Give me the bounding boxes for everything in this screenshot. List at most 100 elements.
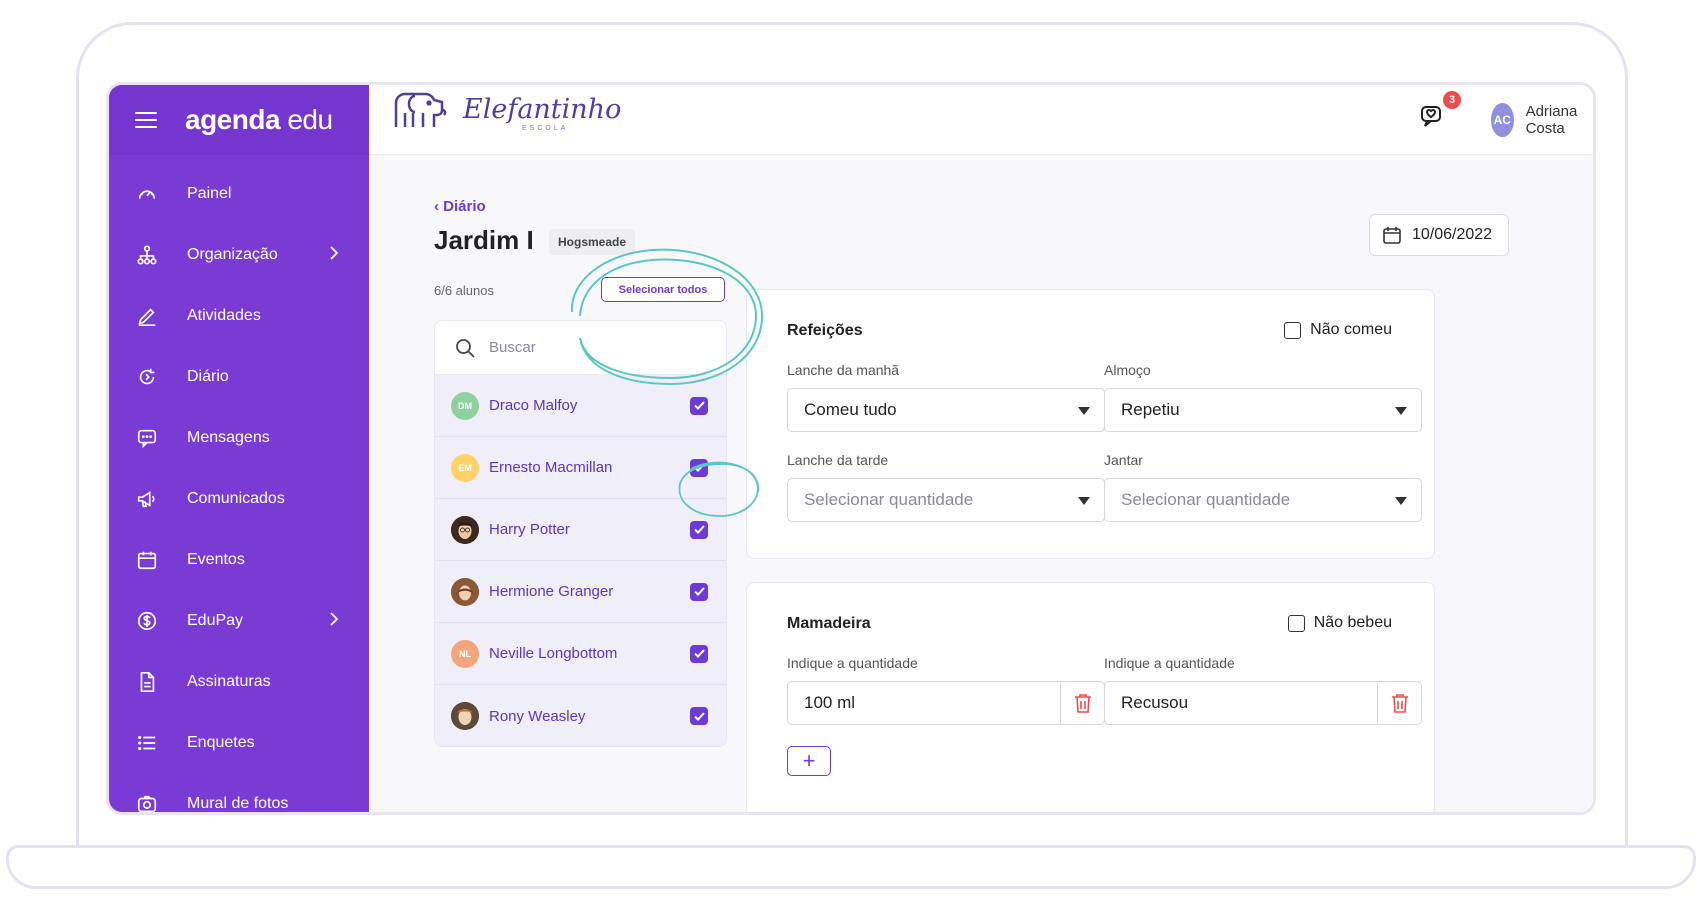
select-all-button[interactable]: Selecionar todos xyxy=(601,277,725,302)
check-icon xyxy=(693,587,705,596)
sidebar-nav: Painel Organização Atividades Diário Men… xyxy=(109,163,369,812)
sidebar-item-diario[interactable]: Diário xyxy=(109,346,369,407)
sidebar-item-comunicados[interactable]: Comunicados xyxy=(109,468,369,529)
select-placeholder: Selecionar quantidade xyxy=(804,490,974,509)
sidebar-item-label: Diário xyxy=(187,367,229,385)
chevron-right-icon xyxy=(329,246,339,265)
student-list-panel: DM Draco Malfoy EM Ernesto Macmillan Har… xyxy=(434,320,727,747)
lunch-select[interactable]: Repetiu xyxy=(1104,388,1422,432)
checkbox-box xyxy=(1287,614,1305,632)
sidebar-item-label: Enquetes xyxy=(187,733,255,751)
student-name: Hermione Granger xyxy=(489,583,614,600)
sidebar-item-painel[interactable]: Painel xyxy=(109,163,369,224)
student-avatar: NL xyxy=(451,639,479,668)
dropdown-arrow-icon xyxy=(1395,497,1407,505)
list-icon xyxy=(135,731,159,755)
list-item[interactable]: Hermione Granger xyxy=(435,561,726,623)
bottle-quantity-row xyxy=(787,681,1105,725)
add-quantity-button[interactable]: + xyxy=(787,746,831,776)
back-label: Diário xyxy=(443,198,486,215)
trash-icon xyxy=(1074,694,1091,713)
dollar-icon xyxy=(135,609,159,633)
checkbox-box xyxy=(1284,321,1302,339)
student-photo xyxy=(451,577,479,606)
sidebar-item-organizacao[interactable]: Organização xyxy=(109,224,369,285)
app-screen: agenda edu Painel Organização Atividades xyxy=(106,82,1596,815)
student-checkbox[interactable] xyxy=(690,396,708,415)
student-name: Ernesto Macmillan xyxy=(489,459,613,476)
bottle-quantity-row xyxy=(1104,681,1422,725)
field-label: Indique a quantidade xyxy=(1104,655,1235,671)
list-item[interactable]: Harry Potter xyxy=(435,499,726,561)
sidebar-item-mural-de-fotos[interactable]: Mural de fotos xyxy=(109,773,369,812)
check-icon xyxy=(693,463,705,472)
main-content: ‹ Diário Jardim I Hogsmeade 6/6 alunos S… xyxy=(369,156,1593,812)
student-checkbox[interactable] xyxy=(690,707,708,725)
list-item[interactable]: Rony Weasley xyxy=(435,685,726,746)
not-drunk-checkbox[interactable]: Não bebeu xyxy=(1287,614,1392,632)
sidebar-item-label: Atividades xyxy=(187,306,261,324)
user-name: Adriana Costa xyxy=(1525,103,1578,137)
bottle-quantity-input[interactable] xyxy=(1104,681,1378,725)
sidebar-item-enquetes[interactable]: Enquetes xyxy=(109,712,369,773)
menu-icon[interactable] xyxy=(135,112,157,128)
student-checkbox[interactable] xyxy=(690,520,708,539)
list-item[interactable]: EM Ernesto Macmillan xyxy=(435,437,726,499)
date-picker[interactable]: 10/06/2022 xyxy=(1369,214,1509,256)
date-value: 10/06/2022 xyxy=(1412,226,1493,243)
morning-snack-select[interactable]: Comeu tudo xyxy=(787,388,1105,432)
gauge-icon xyxy=(135,182,159,206)
elephant-logo-icon xyxy=(394,92,447,127)
sidebar-item-edupay[interactable]: EduPay xyxy=(109,590,369,651)
sidebar-item-mensagens[interactable]: Mensagens xyxy=(109,407,369,468)
sidebar-item-atividades[interactable]: Atividades xyxy=(109,285,369,346)
not-eaten-checkbox[interactable]: Não comeu xyxy=(1284,321,1392,339)
sidebar-item-label: EduPay xyxy=(187,611,244,629)
select-value: Comeu tudo xyxy=(804,400,897,419)
afternoon-snack-select[interactable]: Selecionar quantidade xyxy=(787,478,1105,522)
student-checkbox[interactable] xyxy=(690,458,708,477)
calendar-icon xyxy=(1383,227,1401,244)
chat-bubble-icon xyxy=(1421,106,1441,127)
student-checkbox[interactable] xyxy=(690,582,708,601)
student-count: 6/6 alunos xyxy=(434,283,494,298)
brand-logo: agenda edu xyxy=(185,104,333,135)
trash-icon xyxy=(1391,694,1408,713)
laptop-base xyxy=(6,845,1696,889)
sidebar-header: agenda edu xyxy=(109,85,369,155)
student-photo xyxy=(451,702,479,730)
back-link[interactable]: ‹ Diário xyxy=(434,198,486,215)
dropdown-arrow-icon xyxy=(1395,407,1407,415)
top-bar: Elefantinho ESCOLA 3 AC Adriana Costa xyxy=(369,85,1593,155)
dinner-select[interactable]: Selecionar quantidade xyxy=(1104,478,1422,522)
bottle-card: Mamadeira Não bebeu Indique a quantidade… xyxy=(746,582,1435,812)
school-name: Elefantinho xyxy=(463,94,622,125)
bottle-quantity-input[interactable] xyxy=(787,681,1061,725)
sidebar-item-label: Mensagens xyxy=(187,428,270,446)
dropdown-arrow-icon xyxy=(1078,497,1090,505)
school-logo: Elefantinho xyxy=(393,91,621,129)
not-eaten-label: Não comeu xyxy=(1310,321,1392,338)
select-placeholder: Selecionar quantidade xyxy=(1121,490,1291,509)
student-name: Harry Potter xyxy=(489,521,570,538)
sidebar-item-eventos[interactable]: Eventos xyxy=(109,529,369,590)
plus-icon: + xyxy=(802,748,816,773)
student-photo xyxy=(451,515,479,544)
chevron-right-icon xyxy=(329,612,339,631)
student-checkbox[interactable] xyxy=(690,644,708,663)
meals-title: Refeições xyxy=(787,322,863,339)
notifications-button[interactable] xyxy=(1419,103,1449,133)
sidebar-item-assinaturas[interactable]: Assinaturas xyxy=(109,651,369,712)
student-avatar: DM xyxy=(451,391,479,420)
list-item[interactable]: DM Draco Malfoy xyxy=(435,375,726,437)
chat-icon xyxy=(135,426,159,450)
search-input[interactable] xyxy=(489,339,689,356)
list-item[interactable]: NL Neville Longbottom xyxy=(435,623,726,685)
pencil-icon xyxy=(135,304,159,328)
student-avatar: EM xyxy=(451,453,479,482)
bottle-title: Mamadeira xyxy=(787,615,871,632)
delete-button[interactable] xyxy=(1378,681,1422,725)
delete-button[interactable] xyxy=(1061,681,1105,725)
user-menu[interactable]: AC Adriana Costa xyxy=(1491,103,1593,137)
check-icon xyxy=(693,525,705,534)
